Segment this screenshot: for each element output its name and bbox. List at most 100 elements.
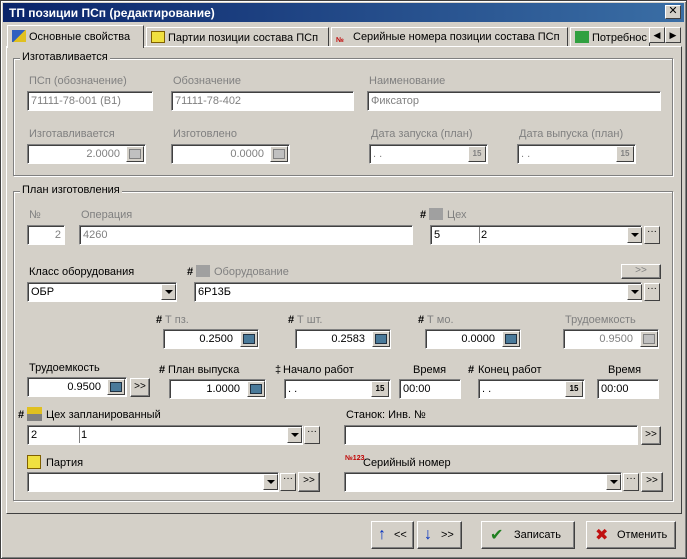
calculator-button[interactable] <box>502 331 520 347</box>
eq-hash: # <box>187 266 194 278</box>
labor2-label: Трудоемкость <box>565 314 636 326</box>
qty-done-label: Изготовлено <box>173 128 237 140</box>
tab-serial-numbers[interactable]: № Серийные номера позиции состава ПСп <box>331 27 568 47</box>
machine-field[interactable] <box>344 425 638 445</box>
shop-dropdown-button[interactable] <box>627 227 642 243</box>
serial-number-icon: №123 <box>345 455 365 462</box>
tpz-hash: # <box>156 314 163 326</box>
title-bar[interactable]: ТП позиции ПСп (редактирование) ✕ <box>3 3 684 22</box>
equipment-label: Оборудование <box>214 266 289 278</box>
batch-icon <box>151 31 165 43</box>
requirements-icon <box>575 31 589 43</box>
designation-label: Обозначение <box>173 75 242 87</box>
labor-more-button[interactable]: >> <box>130 378 150 397</box>
operation-field: 4260 <box>79 225 413 245</box>
equipment-icon <box>196 265 210 277</box>
designation-field: 71111-78-402 <box>171 91 354 111</box>
op-number-label: № <box>29 209 41 221</box>
equipment-dropdown-button[interactable] <box>627 284 642 300</box>
qty-made-label: Изготавливается <box>29 128 115 140</box>
plshop-label: Цех запланированный <box>46 409 161 421</box>
shop-name: 2 <box>481 229 488 241</box>
serial-more-button[interactable]: >> <box>641 472 663 492</box>
calculator-icon <box>126 146 144 162</box>
shop-combobox[interactable]: 5 2 <box>430 225 642 245</box>
work-start-hash: ‡ <box>275 364 282 376</box>
eqclass-dropdown-button[interactable] <box>161 284 176 300</box>
tab-scroll-left-button[interactable]: ◀ <box>649 27 665 43</box>
plan-out-label: План выпуска <box>168 364 240 376</box>
shop-label: Цех <box>447 209 467 221</box>
tmo-label: Т мо. <box>427 314 454 326</box>
release-date-label: Дата выпуска (план) <box>519 128 624 140</box>
plshop-ellipsis-button[interactable]: ··· <box>304 426 320 444</box>
operation-label: Операция <box>81 209 133 221</box>
plshop-name: 1 <box>81 429 88 441</box>
calculator-icon <box>270 146 288 162</box>
tsht-label: Т шт. <box>297 314 323 326</box>
dialog-window: ТП позиции ПСп (редактирование) ✕ Основн… <box>0 0 687 559</box>
name-field: Фиксатор <box>367 91 661 111</box>
arrow-down-icon: ↓ <box>424 526 432 543</box>
time1-label: Время <box>413 364 447 376</box>
equipment-combobox[interactable]: 6Р13Б <box>194 282 642 302</box>
calendar-icon: 15 <box>468 146 486 162</box>
divider <box>479 227 481 243</box>
work-end-hash: # <box>468 364 475 376</box>
tab-batches[interactable]: Партии позиции состава ПСп <box>146 27 329 47</box>
plan-group-title: План изготовления <box>20 184 122 196</box>
op-number-field: 2 <box>27 225 65 245</box>
machine-label: Станок: Инв. № <box>346 409 426 421</box>
made-group-title: Изготавливается <box>20 51 110 63</box>
machine-more-button[interactable]: >> <box>641 426 661 445</box>
checkmark-icon: ✔ <box>490 527 504 544</box>
prev-record-button[interactable]: ↑ << <box>371 521 414 549</box>
tab-main-properties[interactable]: Основные свойства <box>7 25 144 48</box>
batch-label: Партия <box>46 457 84 469</box>
save-button[interactable]: ✔ Записать <box>481 521 575 549</box>
batch-ellipsis-button[interactable]: ··· <box>280 473 296 491</box>
calculator-button[interactable] <box>240 331 258 347</box>
calculator-button[interactable] <box>372 331 390 347</box>
batch-dropdown-button[interactable] <box>263 474 278 490</box>
window-title: ТП позиции ПСп (редактирование) <box>9 6 215 20</box>
labor1-label: Трудоемкость <box>29 362 100 374</box>
tmo-hash: # <box>418 314 425 326</box>
name-label: Наименование <box>369 75 446 87</box>
close-button[interactable]: ✕ <box>665 5 681 19</box>
calendar-icon: 15 <box>616 146 634 162</box>
tab-scroll-right-button[interactable]: ▶ <box>665 27 681 43</box>
shop-ellipsis-button[interactable]: ··· <box>644 226 660 244</box>
time1-field[interactable]: 00:00 <box>399 379 461 399</box>
planned-shop-icon <box>27 407 42 421</box>
serial-ellipsis-button[interactable]: ··· <box>623 473 639 491</box>
time2-field[interactable]: 00:00 <box>597 379 659 399</box>
cancel-button[interactable]: ✖ Отменить <box>586 521 676 549</box>
plan-out-hash: # <box>159 364 166 376</box>
plshop-hash: # <box>18 409 25 421</box>
next-record-button[interactable]: ↓ >> <box>417 521 462 549</box>
tab-requirements[interactable]: Потребнос <box>570 27 650 47</box>
shop-hash: # <box>420 209 427 221</box>
time2-label: Время <box>608 364 642 376</box>
plshop-code: 2 <box>31 429 38 441</box>
plshop-dropdown-button[interactable] <box>287 427 302 443</box>
serial-combobox[interactable] <box>344 472 622 492</box>
plshop-combobox[interactable]: 2 1 <box>27 425 303 445</box>
arrow-up-icon: ↑ <box>378 526 386 543</box>
batch-combobox[interactable] <box>27 472 279 492</box>
batch-icon <box>27 455 41 469</box>
equipment-more-button[interactable]: >> <box>621 264 661 279</box>
calculator-button[interactable] <box>247 381 265 397</box>
shop-code: 5 <box>434 229 441 241</box>
start-date-label: Дата запуска (план) <box>371 128 473 140</box>
batch-more-button[interactable]: >> <box>298 472 320 492</box>
serial-dropdown-button[interactable] <box>606 474 621 490</box>
eqclass-combobox[interactable]: ОБР <box>27 282 177 302</box>
calendar-button[interactable]: 15 <box>371 381 389 397</box>
calendar-button[interactable]: 15 <box>565 381 583 397</box>
cancel-x-icon: ✖ <box>595 527 609 544</box>
equipment-ellipsis-button[interactable]: ··· <box>644 283 660 301</box>
psp-field: 71111-78-001 (В1) <box>27 91 153 111</box>
calculator-button[interactable] <box>107 379 125 395</box>
